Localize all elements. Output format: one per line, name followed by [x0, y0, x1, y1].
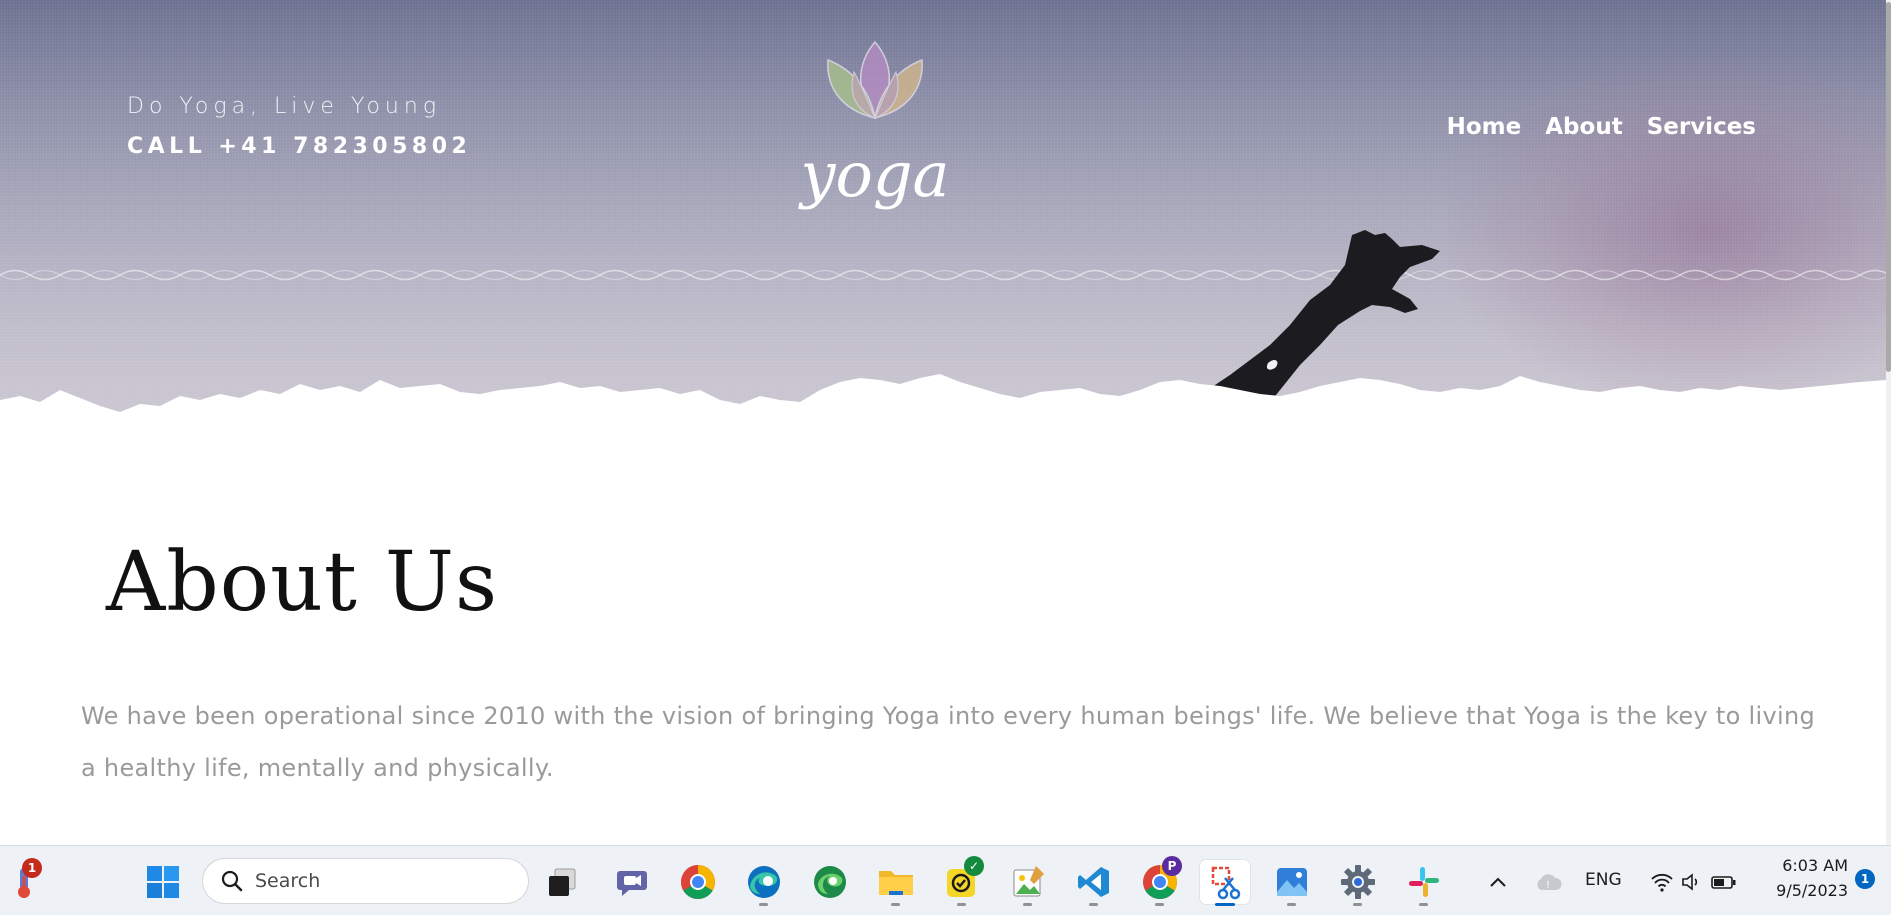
photos-icon[interactable] [1270, 860, 1314, 906]
running-indicator [891, 903, 900, 906]
teams-chat-icon[interactable] [610, 860, 654, 904]
volume-icon [1682, 873, 1698, 891]
about-description: We have been operational since 2010 with… [81, 702, 1816, 782]
yoga-logo[interactable]: yoga [796, 36, 954, 222]
active-indicator [1215, 903, 1235, 906]
running-indicator [759, 903, 768, 906]
vscode-icon[interactable] [1072, 860, 1116, 906]
about-heading: About Us [106, 535, 499, 630]
edge-icon[interactable] [742, 860, 786, 906]
check-badge: ✓ [964, 856, 984, 876]
notification-count-badge[interactable]: 1 [1855, 869, 1875, 889]
running-indicator [1353, 903, 1362, 906]
weather-widget-icon[interactable]: 1 [4, 858, 48, 904]
battery-icon [1711, 876, 1736, 889]
page-scrollbar-thumb[interactable] [1886, 2, 1891, 372]
windows-taskbar: 1 Search ✓ P ! ENG 6:03 AM 9/5/2023 1 [0, 845, 1891, 915]
running-indicator [1089, 903, 1098, 906]
running-indicator [1287, 903, 1296, 906]
nav-home[interactable]: Home [1447, 114, 1522, 140]
weather-badge: 1 [22, 858, 42, 878]
clock-date[interactable]: 9/5/2023 [1762, 881, 1848, 900]
snipping-tool-icon[interactable] [1200, 860, 1250, 906]
chrome-profile-icon[interactable]: P [1138, 856, 1182, 906]
profile-badge: P [1162, 856, 1182, 876]
onedrive-cloud-icon[interactable]: ! [1528, 860, 1568, 904]
show-hidden-icons-chevron-icon[interactable] [1478, 860, 1518, 904]
tagline: Do Yoga, Live Young [127, 94, 442, 119]
file-explorer-icon[interactable] [874, 860, 918, 906]
quick-settings[interactable] [1644, 860, 1744, 904]
wavy-divider [0, 269, 1886, 281]
running-indicator [1023, 903, 1032, 906]
language-indicator[interactable]: ENG [1585, 870, 1622, 890]
clock-time[interactable]: 6:03 AM [1772, 856, 1848, 875]
wifi-icon [1651, 873, 1673, 892]
svg-text:!: ! [1546, 880, 1550, 891]
running-indicator [957, 903, 966, 906]
slack-icon[interactable] [1402, 860, 1446, 906]
edge-beta-icon[interactable] [808, 860, 852, 904]
nav-about[interactable]: About [1545, 114, 1622, 140]
running-indicator [1419, 903, 1428, 906]
logo-wordmark: yoga [797, 138, 949, 211]
chrome-icon[interactable] [676, 860, 720, 904]
settings-icon[interactable] [1336, 860, 1380, 906]
search-placeholder: Search [255, 870, 321, 892]
running-indicator [1155, 903, 1164, 906]
lotus-logo-icon: yoga [797, 40, 950, 211]
search-icon [221, 870, 243, 892]
task-view-icon[interactable] [540, 860, 584, 904]
hero-banner: Do Yoga, Live Young CALL +41 782305802 y… [0, 0, 1886, 420]
windows-start-icon[interactable] [141, 860, 185, 904]
torn-paper-edge [0, 374, 1886, 420]
todo-icon[interactable]: ✓ [940, 856, 984, 906]
taskbar-search[interactable]: Search [202, 858, 529, 904]
main-nav: Home About Services [1447, 114, 1756, 140]
nav-services[interactable]: Services [1647, 114, 1756, 140]
paint-icon[interactable] [1006, 860, 1050, 906]
phone-number: CALL +41 782305802 [127, 134, 472, 159]
